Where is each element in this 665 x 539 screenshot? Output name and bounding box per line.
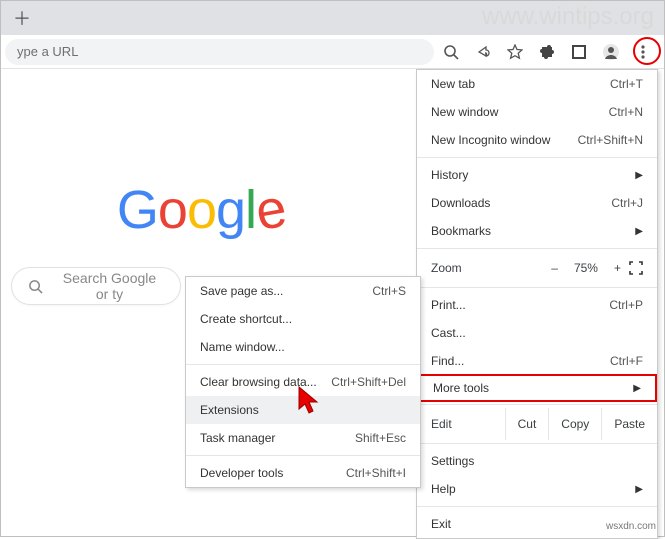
menu-incognito[interactable]: New Incognito windowCtrl+Shift+N [417,126,657,154]
menu-separator [417,287,657,288]
menu-help[interactable]: Help▶ [417,475,657,503]
zoom-out-button[interactable]: – [543,261,566,275]
submenu-save-page[interactable]: Save page as...Ctrl+S [186,277,420,305]
submenu-dev-tools[interactable]: Developer toolsCtrl+Shift+I [186,459,420,487]
search-placeholder: Search Google or ty [55,270,164,302]
submenu-create-shortcut[interactable]: Create shortcut... [186,305,420,333]
share-icon[interactable] [474,43,492,61]
menu-print[interactable]: Print...Ctrl+P [417,291,657,319]
menu-more-tools[interactable]: More tools▶ [417,374,657,402]
menu-downloads[interactable]: DownloadsCtrl+J [417,189,657,217]
submenu-task-manager[interactable]: Task managerShift+Esc [186,424,420,452]
menu-settings[interactable]: Settings [417,447,657,475]
menu-separator [186,455,420,456]
submenu-clear-data[interactable]: Clear browsing data...Ctrl+Shift+Del [186,368,420,396]
edit-paste[interactable]: Paste [601,408,657,440]
toolbar-icons [442,43,652,61]
search-icon[interactable] [442,43,460,61]
omnibox[interactable]: ype a URL [5,39,434,65]
menu-zoom: Zoom – 75% + [417,252,657,284]
toolbar: ype a URL [1,35,664,69]
submenu-name-window[interactable]: Name window... [186,333,420,361]
extensions-icon[interactable] [538,43,556,61]
menu-cast[interactable]: Cast... [417,319,657,347]
profile-icon[interactable] [602,43,620,61]
menu-history[interactable]: History▶ [417,161,657,189]
menu-new-window[interactable]: New windowCtrl+N [417,98,657,126]
submenu-extensions[interactable]: Extensions [186,396,420,424]
menu-edit-row: Edit Cut Copy Paste [417,408,657,440]
menu-separator [417,157,657,158]
menu-new-tab[interactable]: New tabCtrl+T [417,70,657,98]
page-content: Google Search Google or ty [1,69,401,305]
kebab-menu-icon[interactable] [634,43,652,61]
fullscreen-icon[interactable] [629,261,643,275]
edit-cut[interactable]: Cut [505,408,549,440]
google-logo: Google [1,179,401,241]
zoom-in-button[interactable]: + [606,261,629,275]
menu-separator [417,248,657,249]
menu-bookmarks[interactable]: Bookmarks▶ [417,217,657,245]
reading-list-icon[interactable] [570,43,588,61]
chrome-main-menu: New tabCtrl+T New windowCtrl+N New Incog… [416,69,658,539]
google-search-input[interactable]: Search Google or ty [11,267,181,305]
menu-separator [417,443,657,444]
bookmark-star-icon[interactable] [506,43,524,61]
zoom-level: 75% [566,261,606,275]
search-icon [28,279,43,294]
edit-copy[interactable]: Copy [548,408,601,440]
menu-separator [417,506,657,507]
tab-strip: ＋ [1,1,664,35]
menu-separator [186,364,420,365]
menu-separator [417,404,657,405]
new-tab-button[interactable]: ＋ [7,3,37,33]
more-tools-submenu: Save page as...Ctrl+S Create shortcut...… [185,276,421,488]
footer-mark: wsxdn.com [606,521,656,532]
menu-find[interactable]: Find...Ctrl+F [417,347,657,375]
